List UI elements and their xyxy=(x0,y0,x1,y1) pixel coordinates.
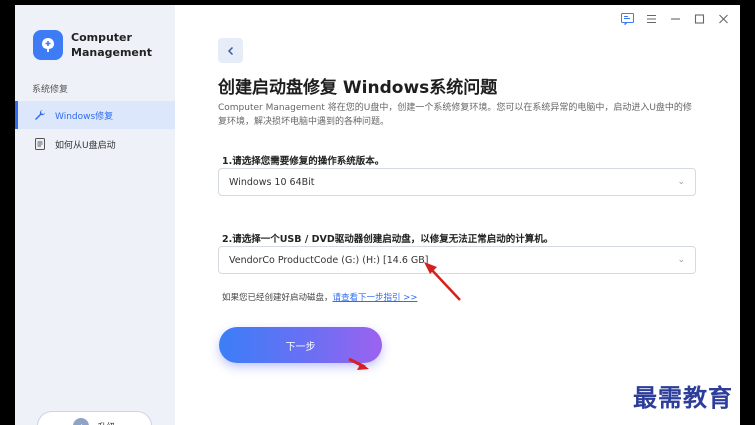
sidebar-item-usb-boot[interactable]: 如何从U盘启动 xyxy=(15,130,175,158)
app-logo-icon xyxy=(33,30,63,60)
annotation-arrow-icon xyxy=(348,357,369,370)
wrench-icon xyxy=(33,108,47,122)
next-step-guide-link[interactable]: 请查看下一步指引 >> xyxy=(333,293,418,303)
hint-text: 如果您已经创建好启动磁盘， xyxy=(222,293,333,303)
page-title: 创建启动盘修复 Windows系统问题 xyxy=(218,78,498,98)
brand: Computer Management xyxy=(33,30,152,60)
chevron-down-icon: ⌄ xyxy=(677,255,685,265)
main-panel: 创建启动盘修复 Windows系统问题 Computer Management … xyxy=(175,5,740,425)
upgrade-button[interactable]: ▲ 升级 xyxy=(37,411,152,425)
upgrade-label: 升级 xyxy=(97,420,115,425)
annotation-arrow-icon xyxy=(424,262,461,301)
sidebar-item-windows-repair[interactable]: Windows修复 xyxy=(15,101,175,129)
sidebar: Computer Management 系统修复 Windows修复 如何从U盘… xyxy=(15,5,175,425)
step2-label: 2.请选择一个USB / DVD驱动器创建启动盘，以修复无法正常启动的计算机。 xyxy=(222,234,554,245)
os-version-select[interactable]: Windows 10 64Bit ⌄ xyxy=(218,168,696,196)
watermark: 最需教育 xyxy=(633,383,733,412)
upgrade-icon: ▲ xyxy=(73,418,90,425)
os-version-value: Windows 10 64Bit xyxy=(229,176,315,188)
drive-select-value: VendorCo ProductCode (G:) (H:) [14.6 GB] xyxy=(229,254,429,266)
sidebar-item-label: Windows修复 xyxy=(55,111,114,122)
app-window: Computer Management 系统修复 Windows修复 如何从U盘… xyxy=(15,5,740,425)
app-name: Computer Management xyxy=(71,31,152,59)
document-icon xyxy=(33,137,47,151)
step1-label: 1.请选择您需要修复的操作系统版本。 xyxy=(222,156,385,167)
sidebar-section-label: 系统修复 xyxy=(32,85,69,95)
sidebar-item-label: 如何从U盘启动 xyxy=(55,140,116,151)
chevron-down-icon: ⌄ xyxy=(677,177,685,187)
page-description: Computer Management 将在您的U盘中，创建一个系统修复环境。您… xyxy=(218,103,692,127)
back-button[interactable] xyxy=(218,38,243,63)
boot-disk-hint: 如果您已经创建好启动磁盘，请查看下一步指引 >> xyxy=(222,291,417,303)
chevron-left-icon xyxy=(227,46,233,55)
